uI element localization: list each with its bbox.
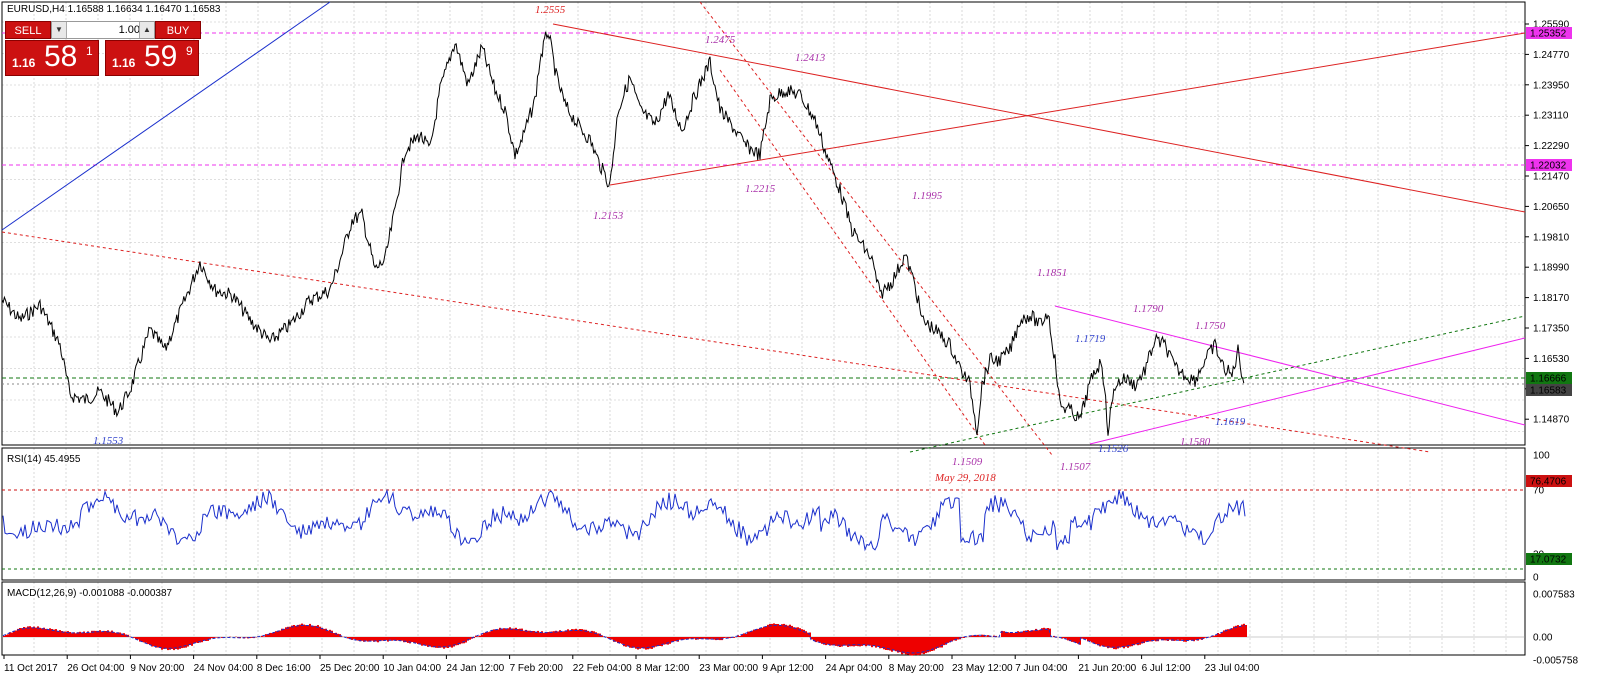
price-tick-label: 1.14870	[1533, 415, 1570, 426]
lot-size-input[interactable]	[68, 22, 142, 38]
time-tick-label: 6 Jul 12:00	[1142, 663, 1191, 674]
price-tick-label: 1.16530	[1533, 354, 1570, 365]
time-tick-label: 7 Jun 04:00	[1015, 663, 1068, 674]
price-level-tag: 1.22032	[1530, 161, 1567, 172]
annotation-label: 1.2555	[535, 4, 566, 16]
buy-price-pips: 59	[144, 40, 178, 73]
annotation-label: 1.1509	[952, 456, 983, 468]
channel-red-dotted-b[interactable]	[719, 69, 986, 446]
channel-red-dotted-a[interactable]	[699, 1, 1053, 456]
time-tick-label: 25 Dec 20:00	[320, 663, 380, 674]
rsi-pane-border	[1, 447, 1526, 581]
trendline-red-rising[interactable]	[609, 32, 1526, 186]
annotation-label: 1.2475	[705, 34, 736, 46]
time-tick-label: 9 Apr 12:00	[762, 663, 814, 674]
price-tick-label: 1.24770	[1533, 50, 1570, 61]
annotation-label: 1.1526	[1098, 443, 1129, 455]
time-tick-label: 23 Mar 00:00	[699, 663, 758, 674]
rsi-series	[2, 488, 1246, 552]
buy-button[interactable]: BUY	[155, 21, 201, 39]
annotation-label: 1.1507	[1060, 461, 1091, 473]
time-tick-label: 7 Feb 20:00	[510, 663, 564, 674]
annotation-label: 1.2413	[795, 52, 826, 64]
price-tick-label: 1.19810	[1533, 232, 1570, 243]
price-level-tag: 1.25352	[1530, 29, 1567, 40]
price-tick-label: 1.17350	[1533, 324, 1570, 335]
sell-button[interactable]: SELL	[5, 21, 51, 39]
price-tick-label: 1.23110	[1533, 111, 1569, 122]
macd-tick-label: 0.007583	[1533, 590, 1575, 601]
price-tick-label: 1.23950	[1533, 80, 1570, 91]
annotation-label: 1.2153	[593, 210, 624, 222]
time-tick-label: 10 Jan 04:00	[383, 663, 441, 674]
symbol-header: EURUSD,H4 1.16588 1.16634 1.16470 1.1658…	[7, 4, 221, 15]
time-tick-label: 26 Oct 04:00	[67, 663, 125, 674]
macd-axis: 0.007583 0.00 -0.005758	[1533, 590, 1578, 667]
rsi-level-tag: 17.0732	[1530, 555, 1567, 566]
macd-tick-label: -0.005758	[1533, 656, 1578, 667]
trendline-red-upper[interactable]	[552, 23, 1526, 213]
price-series	[1, 31, 1245, 436]
chevron-down-icon[interactable]: ▼	[52, 22, 67, 38]
chart-area[interactable]: 1.2555 1.2475 1.2413 1.2215 1.2153 1.1995 1.18…	[0, 0, 1602, 696]
annotation-label: 1.1719	[1075, 333, 1106, 345]
chevron-up-icon[interactable]: ▲	[139, 22, 154, 38]
macd-pane-border	[1, 581, 1526, 656]
time-tick-label: 24 Apr 04:00	[826, 663, 883, 674]
annotation-label: May 29, 2018	[934, 472, 996, 484]
trendline-magenta-upper[interactable]	[1054, 305, 1526, 426]
sell-price-button[interactable]: 1.16 58 1	[5, 40, 99, 76]
chart-grid	[2, 2, 1525, 655]
time-tick-label: 8 Mar 12:00	[636, 663, 690, 674]
time-tick-label: 23 May 12:00	[952, 663, 1013, 674]
annotation-label: 1.1750	[1195, 320, 1226, 332]
annotation-label: 1.1851	[1037, 267, 1067, 279]
annotation-label: 1.2215	[745, 183, 776, 195]
lot-size-spinner[interactable]: ▼ ▲	[51, 21, 155, 39]
time-tick-label: 8 Dec 16:00	[257, 663, 311, 674]
annotation-label: 1.1553	[93, 435, 124, 447]
annotation-label: 1.1995	[912, 190, 943, 202]
annotations: 1.2555 1.2475 1.2413 1.2215 1.2153 1.1995 1.18…	[93, 4, 1246, 484]
time-tick-label: 8 May 20:00	[889, 663, 944, 674]
annotation-label: 1.1580	[1180, 436, 1211, 448]
rsi-level-tag: 76.4706	[1530, 477, 1567, 488]
price-axis[interactable]: 1.255901.247701.239501.231101.222901.214…	[1525, 20, 1572, 426]
time-tick-label: 9 Nov 20:00	[130, 663, 184, 674]
time-tick-label: 11 Oct 2017	[4, 663, 58, 674]
macd-label: MACD(12,26,9) -0.001088 -0.000387	[7, 588, 173, 599]
price-tick-label: 1.18990	[1533, 263, 1570, 274]
annotation-label: 1.1619	[1215, 416, 1246, 428]
rsi-axis: 1007030076.470617.0732	[1526, 451, 1572, 584]
buy-price-button[interactable]: 1.16 59 9	[105, 40, 199, 76]
trendline-magenta-lower[interactable]	[1089, 337, 1526, 445]
buy-price-prefix: 1.16	[112, 56, 136, 70]
macd-tick-label: 0.00	[1533, 633, 1553, 644]
sell-price-pips: 58	[44, 40, 78, 73]
sell-price-prefix: 1.16	[12, 56, 36, 70]
one-click-trading-panel: SELL ▼ ▲ BUY 1.16 58 1 1.16 59 9	[5, 21, 201, 76]
price-tick-label: 1.21470	[1533, 172, 1570, 183]
rsi-tick-label: 100	[1533, 451, 1550, 462]
time-tick-label: 24 Jan 12:00	[446, 663, 504, 674]
annotation-label: 1.1790	[1133, 303, 1164, 315]
price-level-tag: 1.16666	[1530, 374, 1567, 385]
sell-price-fraction: 1	[86, 44, 93, 58]
time-tick-label: 21 Jun 20:00	[1078, 663, 1136, 674]
price-tick-label: 1.20650	[1533, 202, 1570, 213]
buy-price-fraction: 9	[186, 44, 193, 58]
price-tick-label: 1.22290	[1533, 141, 1570, 152]
time-tick-label: 22 Feb 04:00	[573, 663, 632, 674]
macd-histogram	[3, 623, 1247, 656]
time-tick-label: 24 Nov 04:00	[194, 663, 254, 674]
rsi-label: RSI(14) 45.4955	[7, 454, 81, 465]
time-tick-label: 23 Jul 04:00	[1205, 663, 1260, 674]
time-axis[interactable]: 11 Oct 2017 26 Oct 04:00 9 Nov 20:00 24 Nov…	[3, 655, 1260, 674]
price-level-tag: 1.16583	[1530, 386, 1567, 397]
main-pane-border	[1, 1, 1526, 446]
rsi-tick-label: 0	[1533, 573, 1539, 584]
price-tick-label: 1.18170	[1533, 293, 1570, 304]
